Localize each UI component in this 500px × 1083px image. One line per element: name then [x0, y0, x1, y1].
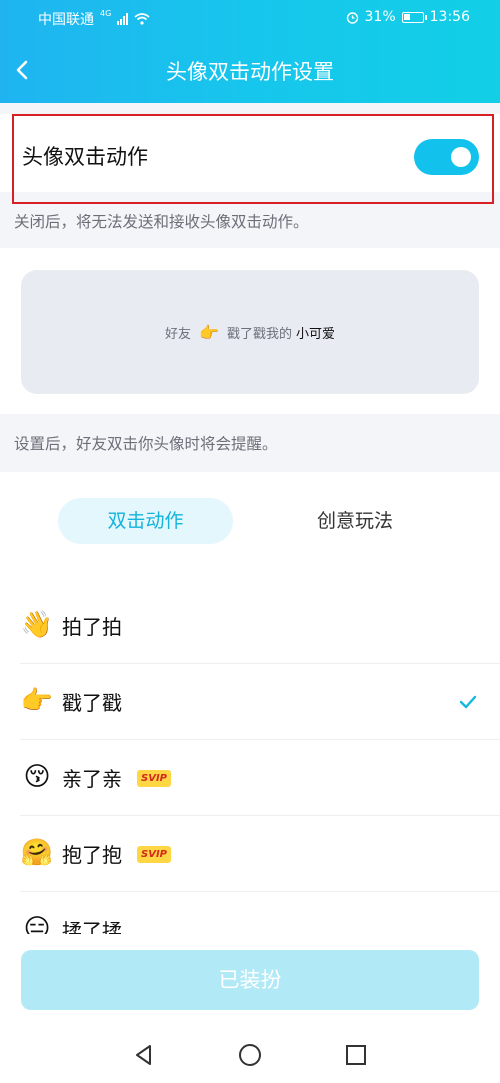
action-label: 拍了拍: [62, 615, 122, 639]
toggle-label: 头像双击动作: [22, 145, 148, 169]
tab-creative-play[interactable]: 创意玩法: [270, 498, 440, 544]
double-tap-toggle-row: 头像双击动作: [0, 114, 500, 192]
clock-time: 13:56: [429, 9, 470, 25]
preview-section: 好友 👉 戳了戳我的 小可爱: [0, 248, 500, 414]
tab-double-tap-actions[interactable]: 双击动作: [58, 498, 233, 544]
network-type: 4G: [100, 9, 112, 18]
battery-percent: 31%: [364, 9, 396, 25]
preview-action: 戳了戳我的: [226, 326, 292, 342]
recents-square-icon[interactable]: [343, 1042, 369, 1068]
nav-bar: 头像双击动作设置: [0, 42, 500, 98]
signal-icon: [117, 13, 129, 25]
pointing-hand-icon: 👉: [20, 686, 54, 716]
action-item-poke[interactable]: 👉 戳了戳: [20, 664, 500, 740]
applied-button[interactable]: 已装扮: [21, 950, 479, 1010]
back-triangle-icon[interactable]: [131, 1042, 157, 1068]
carrier-name: 中国联通: [38, 12, 94, 28]
action-item-pat[interactable]: 👋 拍了拍: [20, 588, 500, 664]
action-item-kiss[interactable]: 😚 亲了亲 SVIP: [20, 740, 500, 816]
action-label: 抱了抱: [62, 843, 122, 867]
svip-badge: SVIP: [137, 770, 171, 787]
toggle-knob: [451, 147, 471, 167]
action-label: 戳了戳: [62, 691, 122, 715]
home-circle-icon[interactable]: [237, 1042, 263, 1068]
preview-prefix: 好友: [165, 326, 192, 342]
wifi-icon: [134, 13, 150, 25]
kissing-face-icon: 😚: [23, 762, 51, 792]
alarm-icon: [346, 11, 358, 24]
action-panel: 双击动作 创意玩法 👋 拍了拍 👉 戳了戳 😚 亲了亲 SVIP 🤗 抱了抱 S…: [0, 472, 500, 934]
double-tap-toggle-switch[interactable]: [414, 139, 479, 175]
checkmark-icon: [459, 695, 477, 709]
action-list: 👋 拍了拍 👉 戳了戳 😚 亲了亲 SVIP 🤗 抱了抱 SVIP 😑 揉了揉: [20, 588, 500, 934]
battery-icon: [401, 11, 427, 23]
app-header: 中国联通 4G 31% 13:56 头像双击动作设置: [0, 0, 500, 103]
preview-note: 设置后，好友双击你头像时将会提醒。: [14, 435, 278, 453]
hugging-figure-icon: 🤗: [20, 838, 54, 868]
action-item-rub[interactable]: 😑 揉了揉: [20, 892, 500, 934]
action-label: 亲了亲: [62, 767, 122, 791]
page-title: 头像双击动作设置: [166, 60, 334, 84]
squinting-face-icon: 😑: [23, 914, 51, 934]
status-bar: 中国联通 4G 31% 13:56: [0, 0, 500, 34]
toggle-note: 关闭后，将无法发送和接收头像双击动作。: [14, 213, 309, 231]
action-label: 揉了揉: [62, 919, 122, 934]
waving-hand-icon: 👋: [20, 610, 54, 640]
system-nav-bar: [0, 1028, 500, 1083]
preview-card: 好友 👉 戳了戳我的 小可爱: [21, 270, 479, 394]
action-item-hug[interactable]: 🤗 抱了抱 SVIP: [20, 816, 500, 892]
svip-badge: SVIP: [137, 846, 171, 863]
tab-bar: 双击动作 创意玩法: [0, 498, 500, 544]
pointing-hand-icon: 👉: [199, 322, 219, 342]
bottom-bar: 已装扮: [0, 934, 500, 1028]
preview-suffix: 小可爱: [295, 326, 335, 342]
